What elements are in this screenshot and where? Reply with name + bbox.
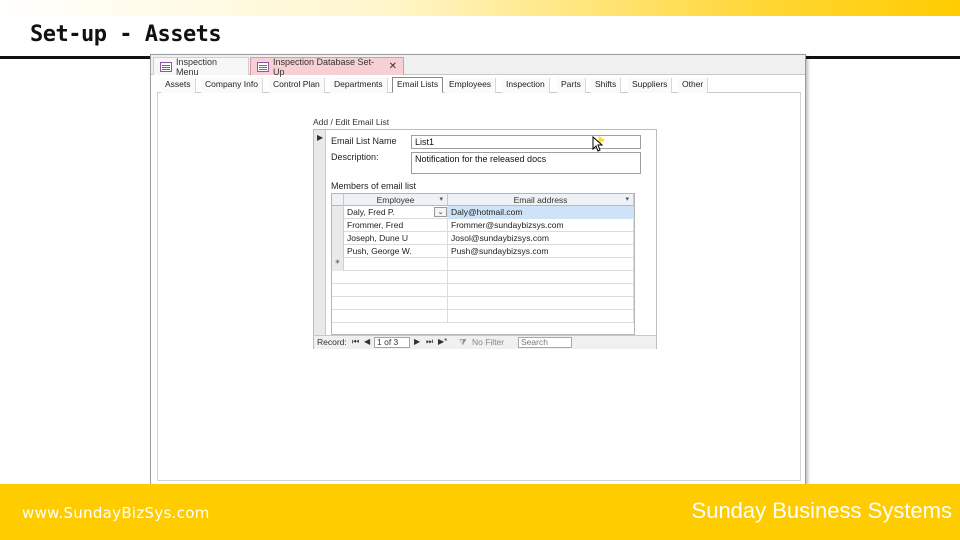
tab-other[interactable]: Other <box>678 78 709 93</box>
tab-departments[interactable]: Departments <box>330 78 388 93</box>
empty-row <box>332 271 634 284</box>
sort-dropdown-icon[interactable]: ▾ <box>439 194 443 206</box>
last-record-icon[interactable]: ⏭ <box>426 337 433 347</box>
employee-cell[interactable]: Frommer, Fred <box>344 219 448 232</box>
row-selector[interactable] <box>332 206 344 219</box>
form-icon <box>160 61 172 72</box>
datasheet-header: Employee ▾ Email address ▾ <box>332 194 634 206</box>
email-cell <box>448 271 634 284</box>
employee-cell <box>344 284 448 297</box>
column-header-label: Employee <box>376 195 415 205</box>
table-row[interactable]: Joseph, Dune U Josol@sundaybizsys.com <box>332 232 634 245</box>
tab-inspection[interactable]: Inspection <box>502 78 550 93</box>
tab-employees[interactable]: Employees <box>445 78 497 93</box>
mouse-pointer-icon <box>592 135 605 152</box>
record-label: Record: <box>317 337 347 347</box>
table-row[interactable]: Push, George W. Push@sundaybizsys.com <box>332 245 634 258</box>
tab-control-plan[interactable]: Control Plan <box>269 78 325 93</box>
slide-title: Set-up - Assets <box>30 22 222 47</box>
setup-tab-strip: Assets Company Info Control Plan Departm… <box>157 77 801 93</box>
email-list-subform: ▶ Email List Name List1 Description: Not… <box>313 129 657 349</box>
empty-row <box>332 297 634 310</box>
description-label: Description: <box>331 152 379 162</box>
next-record-icon[interactable]: ▶ <box>414 337 420 346</box>
empty-row <box>332 284 634 297</box>
employee-cell[interactable]: Joseph, Dune U <box>344 232 448 245</box>
close-icon[interactable]: ✕ <box>389 61 397 72</box>
table-row[interactable]: Frommer, Fred Frommer@sundaybizsys.com <box>332 219 634 232</box>
no-filter-button[interactable]: No Filter <box>472 337 504 347</box>
access-screenshot: Inspection Menu Inspection Database Set-… <box>150 54 806 486</box>
chevron-down-icon[interactable]: ⌄ <box>434 207 447 217</box>
subform-caption: Add / Edit Email List <box>313 117 390 127</box>
record-position-field[interactable]: 1 of 3 <box>374 337 410 348</box>
tab-email-lists[interactable]: Email Lists <box>392 77 444 93</box>
tab-label: Inspection Database Set-Up <box>273 56 375 77</box>
tab-inspection-database-setup[interactable]: Inspection Database Set-Up ✕ <box>250 56 404 77</box>
email-cell[interactable]: Josol@sundaybizsys.com <box>448 232 634 245</box>
tab-assets[interactable]: Assets <box>161 78 196 93</box>
current-record-icon: ▶ <box>317 133 324 142</box>
footer-company-name: Sunday Business Systems <box>691 498 952 523</box>
search-field[interactable]: Search <box>518 337 572 348</box>
footer-url: www.SundayBizSys.com <box>22 504 210 522</box>
row-selector[interactable] <box>332 219 344 232</box>
tab-inspection-menu[interactable]: Inspection Menu <box>153 56 249 77</box>
new-record-marker: * <box>332 258 344 271</box>
list-name-label: Email List Name <box>331 136 397 146</box>
employee-cell <box>344 271 448 284</box>
tab-shifts[interactable]: Shifts <box>591 78 622 93</box>
sort-dropdown-icon[interactable]: ▾ <box>625 194 629 206</box>
table-row[interactable]: Daly, Fred P. ⌄ Daly@hotmail.com <box>332 206 634 219</box>
form-icon <box>257 61 269 72</box>
employee-cell <box>344 297 448 310</box>
row-selector[interactable] <box>332 245 344 258</box>
top-gradient-band <box>0 0 960 16</box>
email-cell[interactable]: Push@sundaybizsys.com <box>448 245 634 258</box>
description-field[interactable]: Notification for the released docs <box>411 152 641 174</box>
members-label: Members of email list <box>331 181 417 191</box>
footer-band: www.SundayBizSys.com Sunday Business Sys… <box>0 484 960 540</box>
previous-record-icon[interactable]: ◀ <box>364 337 370 346</box>
email-cell[interactable] <box>448 258 634 271</box>
first-record-icon[interactable]: ⏮ <box>352 337 359 347</box>
tab-parts[interactable]: Parts <box>557 78 586 93</box>
record-selector[interactable]: ▶ <box>314 130 326 335</box>
column-header-employee[interactable]: Employee ▾ <box>344 194 448 206</box>
column-header-email[interactable]: Email address ▾ <box>448 194 634 206</box>
new-record-icon[interactable]: ▶* <box>438 337 447 346</box>
email-cell <box>448 310 634 323</box>
email-cell[interactable]: Frommer@sundaybizsys.com <box>448 219 634 232</box>
employee-cell[interactable] <box>344 258 448 271</box>
document-tab-bar: Inspection Menu Inspection Database Set-… <box>151 55 805 77</box>
members-datasheet: Employee ▾ Email address ▾ Daly, Fred P.… <box>331 193 635 335</box>
email-cell[interactable]: Daly@hotmail.com <box>448 206 634 219</box>
record-navigation-bar: Record: ⏮ ◀ 1 of 3 ▶ ⏭ ▶* ⧩ No Filter Se… <box>314 335 656 349</box>
empty-row <box>332 310 634 323</box>
tab-company-info[interactable]: Company Info <box>201 78 263 93</box>
tab-suppliers[interactable]: Suppliers <box>628 78 673 93</box>
filter-icon: ⧩ <box>459 337 467 347</box>
new-record-row[interactable]: * <box>332 258 634 271</box>
employee-cell[interactable]: Push, George W. <box>344 245 448 258</box>
employee-cell <box>344 310 448 323</box>
email-cell <box>448 297 634 310</box>
row-selector[interactable] <box>332 232 344 245</box>
tab-label: Inspection Menu <box>176 56 218 77</box>
employee-cell[interactable]: Daly, Fred P. <box>344 206 448 219</box>
header-corner <box>332 194 344 206</box>
email-cell <box>448 284 634 297</box>
column-header-label: Email address <box>513 195 568 205</box>
